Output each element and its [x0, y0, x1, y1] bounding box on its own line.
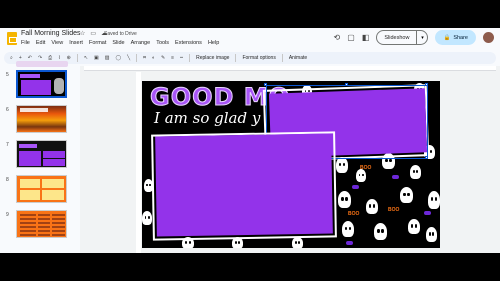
boo-decoration: BOO — [348, 211, 360, 217]
toolbar-divider — [281, 54, 283, 62]
menu-edit[interactable]: Edit — [36, 40, 45, 46]
border-weight-icon[interactable]: ≡ — [171, 55, 174, 61]
ghost-decoration — [426, 227, 437, 242]
text-box-icon[interactable]: ▣ — [94, 55, 99, 61]
shape-icon[interactable]: ◯ — [115, 55, 121, 61]
ghost-decoration — [292, 237, 303, 248]
share-button[interactable]: 🔒 Share — [435, 30, 476, 45]
image-icon[interactable]: ▨ — [105, 55, 110, 61]
replace-image-button[interactable]: Replace image — [196, 55, 229, 61]
slideshow-button[interactable]: Slideshow — [376, 30, 418, 45]
menu-insert[interactable]: Insert — [69, 40, 83, 46]
menu-file[interactable]: File — [21, 40, 30, 46]
menu-extensions[interactable]: Extensions — [175, 40, 202, 46]
slide-canvas[interactable]: BOO BOO BOO GOOD MO I am so glad y — [142, 81, 440, 248]
search-menus-icon[interactable]: ⌕ — [10, 55, 13, 61]
border-color-icon[interactable]: ✎ — [161, 55, 165, 61]
ghost-decoration — [366, 199, 378, 214]
ghost-decoration — [342, 221, 354, 237]
select-icon[interactable]: ↖ — [84, 55, 88, 61]
filmstrip: 5 6 7 8 9 — [0, 61, 76, 253]
menu-bar: File Edit View Insert Format Slide Arran… — [21, 40, 219, 46]
animate-button[interactable]: Animate — [289, 55, 307, 61]
avatar[interactable] — [483, 32, 494, 43]
resize-handle[interactable] — [345, 83, 348, 86]
ghost-decoration — [374, 223, 387, 240]
menu-view[interactable]: View — [51, 40, 63, 46]
vertical-ruler — [136, 72, 141, 253]
slide-thumbnail[interactable] — [16, 175, 67, 203]
image-placeholder-left[interactable] — [155, 133, 333, 237]
menu-help[interactable]: Help — [208, 40, 219, 46]
slide-number: 8 — [6, 177, 9, 183]
title-bar: Fall Morning Slides ☆ ▭ ☁ Saved to Drive… — [0, 28, 500, 50]
slide-number: 5 — [6, 72, 9, 78]
zoom-icon[interactable]: ⊕ — [67, 55, 71, 61]
meet-icon[interactable]: ◧ — [362, 33, 370, 42]
menu-slide[interactable]: Slide — [112, 40, 124, 46]
document-title[interactable]: Fall Morning Slides — [21, 30, 81, 37]
share-label: Share — [453, 34, 468, 41]
ghost-decoration — [142, 211, 152, 225]
candy-decoration — [392, 175, 399, 179]
title-icons: ☆ ▭ ☁ — [80, 30, 107, 37]
border-dash-icon[interactable]: ┅ — [180, 55, 183, 61]
slide-thumbnail[interactable] — [16, 70, 67, 98]
share-lock-icon: 🔒 — [443, 34, 451, 41]
slide-thumbnail[interactable] — [16, 105, 67, 133]
candy-decoration — [424, 211, 431, 215]
boo-decoration: BOO — [360, 165, 372, 171]
slide-subheading[interactable]: I am so glad y — [154, 109, 260, 127]
comment-icon[interactable]: ▢ — [347, 33, 355, 42]
chevron-down-icon: ▾ — [421, 34, 424, 41]
toolbar-divider — [235, 54, 237, 62]
history-icon[interactable]: ⟲ — [334, 33, 341, 42]
toolbar: ⌕ + ↶ ↷ ⎙ ⌇ ⊕ ↖ ▣ ▨ ◯ ╲ ⌗ ◐ ✎ ≡ ┅ Replac… — [4, 52, 496, 64]
candy-decoration — [346, 241, 353, 245]
mask-icon[interactable]: ◐ — [152, 55, 155, 61]
resize-handle[interactable] — [264, 83, 267, 86]
star-icon[interactable]: ☆ — [80, 30, 85, 37]
candy-decoration — [352, 185, 359, 189]
menu-arrange[interactable]: Arrange — [131, 40, 151, 46]
slideshow-dropdown-button[interactable]: ▾ — [417, 30, 429, 45]
slide-number: 7 — [6, 142, 9, 148]
move-to-folder-icon[interactable]: ▭ — [90, 30, 96, 37]
slide-number: 9 — [6, 212, 9, 218]
resize-handle[interactable] — [425, 83, 428, 86]
toolbar-divider — [136, 54, 138, 62]
menu-format[interactable]: Format — [89, 40, 106, 46]
horizontal-ruler — [84, 66, 496, 71]
resize-handle[interactable] — [425, 156, 428, 159]
filmstrip-selection-bar — [16, 61, 68, 67]
ghost-decoration — [338, 191, 351, 208]
ghost-decoration — [410, 165, 421, 179]
ghost-decoration — [400, 187, 413, 203]
toolbar-divider — [189, 54, 191, 62]
ghost-decoration — [428, 191, 440, 209]
slides-logo-icon[interactable] — [7, 32, 17, 45]
saved-status: Saved to Drive — [104, 31, 137, 37]
slide-number: 6 — [6, 107, 9, 113]
boo-decoration: BOO — [388, 207, 400, 213]
toolbar-divider — [76, 54, 78, 62]
crop-icon[interactable]: ⌗ — [143, 55, 146, 61]
letterbox-bottom — [0, 253, 500, 281]
ghost-decoration — [408, 219, 420, 234]
top-right-controls: ⟲ ▢ ◧ Slideshow ▾ 🔒 Share — [334, 30, 494, 45]
slide-thumbnail[interactable] — [16, 140, 67, 168]
line-icon[interactable]: ╲ — [127, 55, 130, 61]
ghost-decoration — [336, 157, 348, 173]
menu-tools[interactable]: Tools — [156, 40, 169, 46]
slide-thumbnail[interactable] — [16, 210, 67, 238]
format-options-button[interactable]: Format options — [242, 55, 275, 61]
